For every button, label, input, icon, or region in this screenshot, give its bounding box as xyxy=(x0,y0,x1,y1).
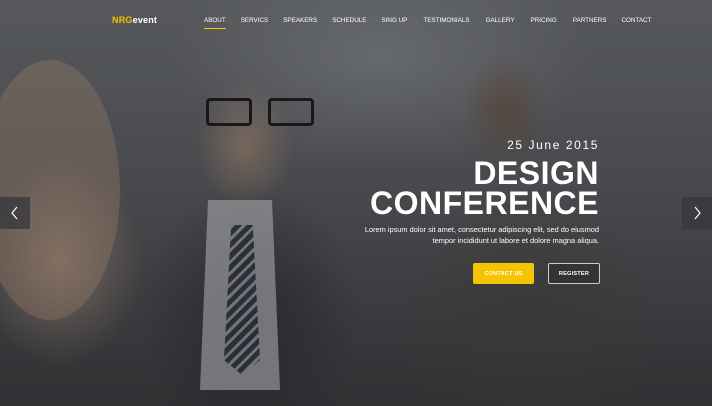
nav-item-contact[interactable]: CONTACT xyxy=(621,17,651,24)
slider-prev-button[interactable] xyxy=(0,197,30,229)
nav-item-speakers[interactable]: SPEAKERS xyxy=(283,17,317,24)
chevron-right-icon xyxy=(694,206,701,220)
register-button[interactable]: REGISTER xyxy=(548,263,600,284)
hero-description-line1: Lorem ipsum dolor sit amet, consectetur … xyxy=(364,225,599,234)
slider-next-button[interactable] xyxy=(682,197,712,229)
site-logo[interactable]: NRGevent xyxy=(112,15,157,25)
nav-item-pricing[interactable]: PRICING xyxy=(531,17,557,24)
logo-suffix: event xyxy=(132,15,158,25)
nav-item-testimonials[interactable]: TESTIMONIALS xyxy=(423,17,469,24)
nav-item-gallery[interactable]: GALLERY xyxy=(486,17,515,24)
nav-item-sign-up[interactable]: SING UP xyxy=(381,17,407,24)
contact-us-button[interactable]: CONTACT US xyxy=(473,263,534,284)
event-date: 25 June 2015 xyxy=(507,138,599,152)
hero-title-line2: CONFERENCE xyxy=(369,185,599,221)
nav-item-services[interactable]: SERVICS xyxy=(241,17,269,24)
hero-description: Lorem ipsum dolor sit amet, consectetur … xyxy=(359,224,599,246)
hero-description-line2: tempor incididunt ut labore et dolore ma… xyxy=(432,236,599,245)
chevron-left-icon xyxy=(11,206,18,220)
nav-item-schedule[interactable]: SCHEDULE xyxy=(332,17,366,24)
hero-section: NRGevent ABOUT SERVICS SPEAKERS SCHEDULE… xyxy=(0,0,712,406)
main-nav: ABOUT SERVICS SPEAKERS SCHEDULE SING UP … xyxy=(204,17,651,29)
nav-item-partners[interactable]: PARTNERS xyxy=(573,17,607,24)
nav-item-about[interactable]: ABOUT xyxy=(204,17,226,29)
logo-prefix: NRG xyxy=(112,15,133,25)
hero-overlay xyxy=(0,0,712,406)
